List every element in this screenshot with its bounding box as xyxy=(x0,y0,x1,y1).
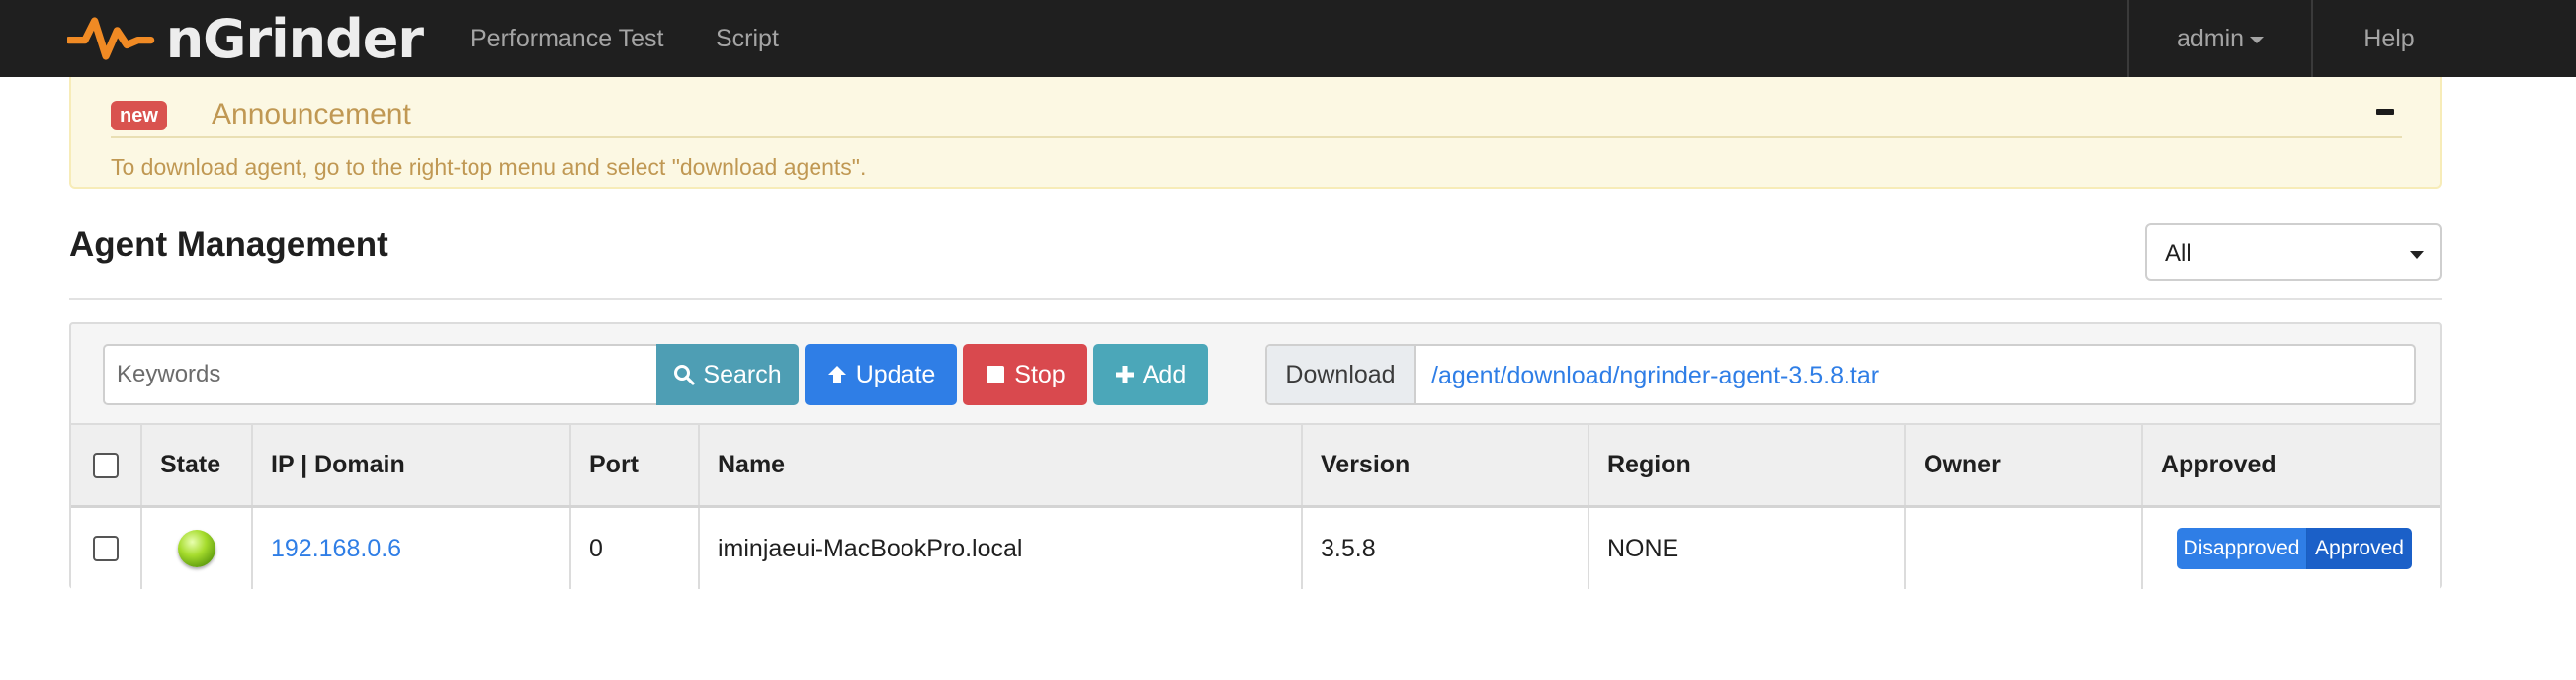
agent-port: 0 xyxy=(589,534,603,562)
row-port-cell: 0 xyxy=(571,508,700,589)
search-icon xyxy=(674,365,695,385)
row-version-cell: 3.5.8 xyxy=(1303,508,1589,589)
disapproved-button[interactable]: Disapproved xyxy=(2177,528,2307,569)
search-label: Search xyxy=(703,360,782,388)
header-ip-domain-label: IP | Domain xyxy=(271,451,405,478)
row-ip-cell: 192.168.0.6 xyxy=(253,508,571,589)
header-name: Name xyxy=(700,425,1303,505)
row-checkbox[interactable] xyxy=(93,536,119,561)
header-owner-label: Owner xyxy=(1924,451,2001,478)
header-name-label: Name xyxy=(718,451,786,478)
agent-toolbar: Search Update Stop Add Download /agent/d… xyxy=(71,324,2440,423)
header-version: Version xyxy=(1303,425,1589,505)
update-label: Update xyxy=(855,360,936,388)
header-state-label: State xyxy=(160,451,221,478)
keywords-field[interactable] xyxy=(103,344,656,405)
header-select-all-cell xyxy=(71,425,142,505)
header-approved: Approved xyxy=(2143,425,2440,505)
help-label: Help xyxy=(2363,25,2415,52)
table-header: State IP | Domain Port Name Version Regi… xyxy=(71,423,2440,508)
keywords-input[interactable] xyxy=(105,346,656,403)
header-owner: Owner xyxy=(1906,425,2143,505)
stop-label: Stop xyxy=(1014,360,1066,388)
row-state-cell xyxy=(142,508,253,589)
nav-performance-test[interactable]: Performance Test xyxy=(471,0,663,77)
announcement-message: To download agent, go to the right-top m… xyxy=(111,154,867,180)
select-all-checkbox[interactable] xyxy=(93,452,119,478)
download-group: Download /agent/download/ngrinder-agent-… xyxy=(1265,344,2416,405)
approval-toggle: Disapproved Approved xyxy=(2177,528,2412,569)
user-menu[interactable]: admin xyxy=(2127,0,2311,77)
announcement-header: new Announcement xyxy=(111,95,2402,138)
stop-button[interactable]: Stop xyxy=(963,344,1087,405)
header-port: Port xyxy=(571,425,700,505)
help-menu[interactable]: Help xyxy=(2311,0,2465,77)
row-owner-cell xyxy=(1906,508,2143,589)
header-version-label: Version xyxy=(1321,451,1411,478)
ngrinder-logo[interactable]: nGrinder xyxy=(67,4,424,73)
download-agent-link[interactable]: /agent/download/ngrinder-agent-3.5.8.tar xyxy=(1431,362,1879,390)
header-ip-domain: IP | Domain xyxy=(253,425,571,505)
stop-icon xyxy=(987,366,1005,383)
logo-text: nGrinder xyxy=(165,7,424,70)
download-label: Download xyxy=(1267,346,1416,403)
table-row: 192.168.0.6 0 iminjaeui-MacBookPro.local… xyxy=(71,508,2440,589)
new-badge: new xyxy=(111,101,167,130)
state-running-icon xyxy=(178,530,215,567)
search-button[interactable]: Search xyxy=(656,344,799,405)
user-menu-wrap: admin xyxy=(2129,0,2311,77)
logo-wave-icon xyxy=(67,17,155,60)
approved-button[interactable]: Approved xyxy=(2307,528,2412,569)
header-region: Region xyxy=(1589,425,1906,505)
header-port-label: Port xyxy=(589,451,639,478)
agent-filter-select[interactable]: All xyxy=(2145,223,2442,281)
header-approved-label: Approved xyxy=(2161,451,2276,478)
minus-icon[interactable] xyxy=(2376,109,2394,115)
chevron-down-icon xyxy=(2410,251,2424,259)
update-button[interactable]: Update xyxy=(805,344,957,405)
add-label: Add xyxy=(1142,360,1187,388)
agent-name: iminjaeui-MacBookPro.local xyxy=(718,534,1023,562)
divider xyxy=(69,298,2442,300)
nav-script[interactable]: Script xyxy=(716,0,779,77)
plus-icon xyxy=(1115,366,1134,383)
user-menu-label: admin xyxy=(2176,25,2245,52)
row-select-cell xyxy=(71,508,142,589)
announcement-title: Announcement xyxy=(212,98,411,130)
header-state: State xyxy=(142,425,253,505)
agent-version: 3.5.8 xyxy=(1321,534,1376,562)
agent-ip-link[interactable]: 192.168.0.6 xyxy=(271,535,401,563)
row-region-cell: NONE xyxy=(1589,508,1906,589)
agent-panel: Search Update Stop Add Download /agent/d… xyxy=(69,322,2442,589)
filter-selected-value: All xyxy=(2165,240,2191,267)
arrow-up-icon xyxy=(827,366,846,383)
header-region-label: Region xyxy=(1607,451,1691,478)
add-button[interactable]: Add xyxy=(1093,344,1208,405)
row-approved-cell: Disapproved Approved xyxy=(2143,508,2440,589)
row-name-cell: iminjaeui-MacBookPro.local xyxy=(700,508,1303,589)
chevron-down-icon xyxy=(2250,36,2265,43)
agent-region: NONE xyxy=(1607,534,1679,562)
page-title: Agent Management xyxy=(69,225,388,264)
announcement-panel: new Announcement To download agent, go t… xyxy=(69,77,2442,189)
top-navbar: nGrinder Performance Test Script admin H… xyxy=(0,0,2576,77)
